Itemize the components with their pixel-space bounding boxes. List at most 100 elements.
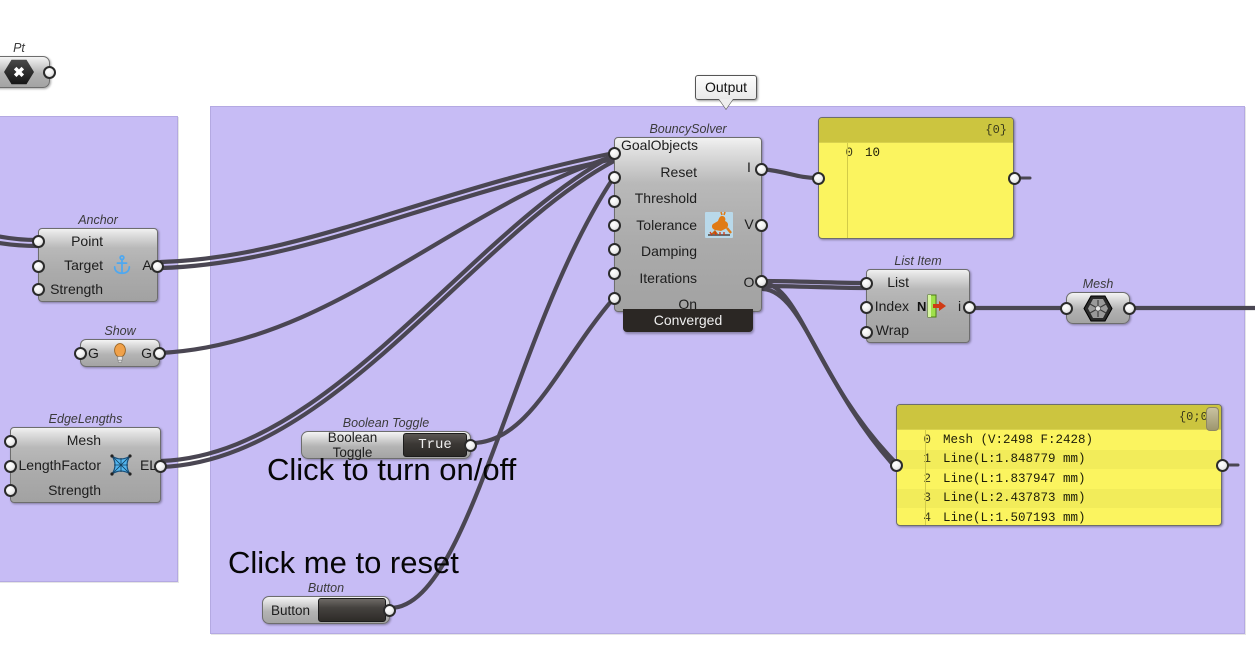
- table-row: 1 Line(L:1.848779 mm): [897, 449, 1221, 469]
- panel-output-scrollbar[interactable]: [1206, 407, 1219, 431]
- panel-row-index: 1: [923, 452, 931, 467]
- node-listitem-output-port-i[interactable]: [963, 301, 976, 314]
- panel-iterations-gutter: [847, 143, 848, 238]
- node-listitem-input-port-index[interactable]: [860, 301, 873, 314]
- node-edgelengths-output-port-el[interactable]: [154, 460, 167, 473]
- node-button[interactable]: Button Button: [262, 581, 396, 624]
- panel-iterations[interactable]: {0} 0 10: [818, 117, 1014, 239]
- node-bouncysolver-output-port-o[interactable]: [755, 275, 768, 288]
- node-bouncysolver-input-port-goalobjects[interactable]: [608, 147, 621, 160]
- input-label-target: Target: [64, 257, 103, 273]
- lightbulb-icon: [111, 342, 129, 364]
- node-bouncysolver[interactable]: BouncySolver GoalObjects Reset Threshold…: [608, 122, 768, 332]
- panel-row-index: 2: [923, 471, 931, 486]
- node-boolean-toggle-output-port[interactable]: [464, 439, 477, 452]
- input-label-index: Index: [874, 298, 909, 314]
- input-label-goalobjects: GoalObjects: [621, 137, 699, 153]
- node-mesh-body[interactable]: [1060, 292, 1136, 324]
- node-anchor-input-port-point[interactable]: [32, 235, 45, 248]
- node-pt[interactable]: Pt ✖: [0, 41, 56, 88]
- node-show-input-port[interactable]: [74, 347, 87, 360]
- node-show-output-port[interactable]: [153, 347, 166, 360]
- panel-iterations-rows: 0 10: [819, 143, 1013, 238]
- panel-output-gutter: [925, 430, 926, 525]
- node-edgelengths-input-port-mesh[interactable]: [4, 435, 17, 448]
- panel-output-input-port[interactable]: [890, 459, 903, 472]
- node-mesh-input-port[interactable]: [1060, 302, 1073, 315]
- panel-output-output-port[interactable]: [1216, 459, 1229, 472]
- node-show-body[interactable]: G G: [74, 339, 166, 367]
- input-label-mesh: Mesh: [66, 432, 101, 449]
- node-bouncysolver-footer: Converged: [623, 309, 753, 332]
- node-pt-body[interactable]: ✖: [0, 56, 56, 88]
- panel-output-head: {0;0}: [897, 405, 1221, 431]
- node-mesh-output-port[interactable]: [1123, 302, 1136, 315]
- grasshopper-canvas[interactable]: Output Pt ✖ Anchor Point Target Strength: [0, 0, 1255, 658]
- panel-iterations-path: {0}: [985, 123, 1007, 137]
- node-bouncysolver-body[interactable]: GoalObjects Reset Threshold Tolerance Da…: [608, 137, 768, 332]
- node-mesh[interactable]: Mesh: [1060, 277, 1136, 324]
- node-bouncysolver-input-port-threshold[interactable]: [608, 195, 621, 208]
- node-edgelengths[interactable]: EdgeLengths Mesh LengthFactor Strength E…: [4, 412, 167, 506]
- node-bouncysolver-output-port-v[interactable]: [755, 219, 768, 232]
- panel-row-index: 0: [923, 432, 931, 447]
- node-bouncysolver-output-port-i[interactable]: [755, 163, 768, 176]
- panel-row-value: Line(L:1.837947 mm): [943, 471, 1086, 486]
- panel-row-value: Line(L:1.507193 mm): [943, 510, 1086, 525]
- input-label-strength2: Strength: [48, 481, 101, 498]
- panel-iterations-output-port[interactable]: [1008, 172, 1021, 185]
- input-label-wrap: Wrap: [875, 322, 909, 338]
- node-bouncysolver-input-port-tolerance[interactable]: [608, 219, 621, 232]
- button-press-area[interactable]: [318, 598, 386, 622]
- list-item-arrow-icon: N: [915, 293, 948, 319]
- table-row: 2 Line(L:1.837947 mm): [897, 469, 1221, 489]
- node-bouncysolver-inputs: GoalObjects Reset Threshold Tolerance Da…: [615, 131, 703, 318]
- node-edgelengths-inputs: Mesh LengthFactor Strength: [11, 424, 107, 506]
- node-listitem[interactable]: List Item List Index Wrap N i: [860, 254, 976, 346]
- node-listitem-inputs: List Index Wrap: [867, 266, 915, 346]
- node-edgelengths-input-port-lengthfactor[interactable]: [4, 460, 17, 473]
- kangaroo-icon: [703, 211, 735, 239]
- node-boolean-toggle-caption: Boolean Toggle: [342, 416, 430, 430]
- node-bouncysolver-input-port-on[interactable]: [608, 292, 621, 305]
- annotation-reset-hint: Click me to reset: [228, 545, 459, 580]
- node-listitem-input-port-wrap[interactable]: [860, 326, 873, 339]
- button-widget[interactable]: Button: [262, 596, 396, 624]
- node-mesh-caption: Mesh: [1082, 277, 1114, 291]
- node-show[interactable]: Show G G: [74, 324, 166, 367]
- table-row: 3 Line(L:2.437873 mm): [897, 488, 1221, 508]
- input-label-threshold: Threshold: [634, 190, 697, 206]
- input-label-iterations: Iterations: [639, 269, 697, 286]
- table-row: 0 Mesh (V:2498 F:2428): [897, 430, 1221, 450]
- panel-row-index: 0: [845, 145, 853, 160]
- input-label-reset: Reset: [660, 163, 697, 180]
- node-anchor-input-port-strength[interactable]: [32, 283, 45, 296]
- node-pt-output-port[interactable]: [43, 66, 56, 79]
- node-bouncysolver-input-port-iterations[interactable]: [608, 267, 621, 280]
- node-listitem-input-port-list[interactable]: [860, 277, 873, 290]
- node-listitem-body[interactable]: List Index Wrap N i: [860, 266, 976, 346]
- node-edgelengths-input-port-strength[interactable]: [4, 484, 17, 497]
- anchor-icon: [109, 254, 135, 276]
- node-button-output-port[interactable]: [383, 604, 396, 617]
- panel-row-value: Mesh (V:2498 F:2428): [943, 432, 1094, 447]
- node-bouncysolver-input-port-damping[interactable]: [608, 243, 621, 256]
- input-label-damping: Damping: [640, 243, 697, 259]
- button-label: Button: [271, 602, 311, 618]
- node-anchor[interactable]: Anchor Point Target Strength A: [32, 213, 164, 302]
- panel-row-value: Line(L:2.437873 mm): [943, 491, 1086, 506]
- node-bouncysolver-input-port-reset[interactable]: [608, 171, 621, 184]
- node-anchor-input-port-target[interactable]: [32, 260, 45, 273]
- svg-text:N: N: [917, 299, 926, 314]
- node-show-caption: Show: [104, 324, 136, 338]
- panel-output[interactable]: {0;0} 0 Mesh (V:2498 F:2428) 1 Line(L:1.…: [896, 404, 1222, 526]
- node-edgelengths-body[interactable]: Mesh LengthFactor Strength EL: [4, 424, 167, 506]
- panel-iterations-input-port[interactable]: [812, 172, 825, 185]
- node-pt-caption: Pt: [13, 41, 25, 55]
- mesh-hexagon-icon: [1083, 295, 1113, 322]
- node-anchor-body[interactable]: Point Target Strength A: [32, 228, 164, 302]
- input-label-list: List: [887, 274, 909, 290]
- output-group-label[interactable]: Output: [695, 75, 758, 100]
- node-anchor-output-port-a[interactable]: [151, 260, 164, 273]
- panel-row-value: 10: [865, 145, 881, 160]
